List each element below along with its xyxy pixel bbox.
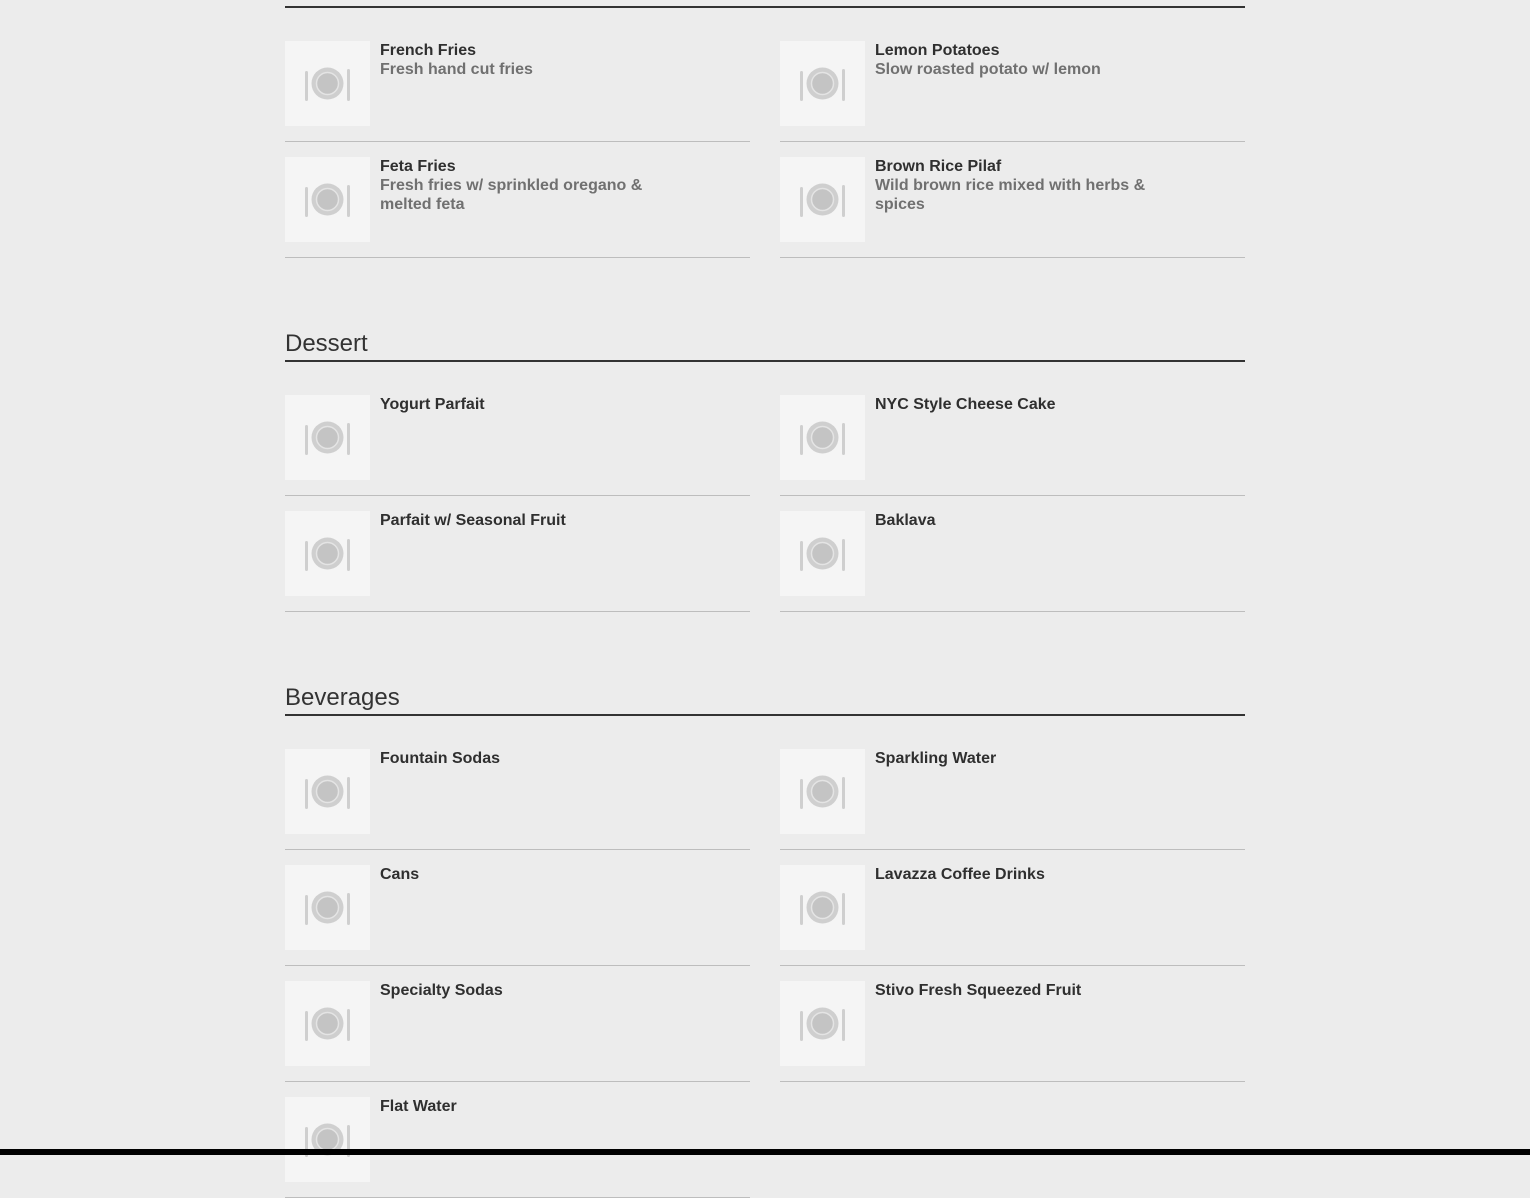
plate-fork-knife-icon: [780, 981, 865, 1066]
menu-item[interactable]: Lavazza Coffee Drinks: [780, 865, 1245, 966]
menu-item[interactable]: Yogurt Parfait: [285, 395, 750, 496]
page-bottom-bar: [0, 1149, 1530, 1155]
plate-fork-knife-icon: [780, 157, 865, 242]
menu-item[interactable]: NYC Style Cheese Cake: [780, 395, 1245, 496]
plate-fork-knife-icon: [285, 749, 370, 834]
menu-item[interactable]: Lemon Potatoes Slow roasted potato w/ le…: [780, 41, 1245, 142]
plate-fork-knife-icon: [285, 157, 370, 242]
plate-fork-knife-icon: [780, 749, 865, 834]
menu-item-name: Cans: [380, 866, 420, 883]
section-title: Beverages: [285, 684, 1245, 716]
menu-item-name: Specialty Sodas: [380, 982, 503, 999]
menu-item-name: NYC Style Cheese Cake: [875, 396, 1056, 413]
menu-item-description: Wild brown rice mixed with herbs & spice…: [875, 177, 1146, 213]
section-heading-rule: [285, 0, 1245, 8]
plate-fork-knife-icon: [285, 395, 370, 480]
menu-item[interactable]: Sparkling Water: [780, 749, 1245, 850]
menu-item-name: Lemon Potatoes: [875, 42, 1000, 59]
menu-item-name: Stivo Fresh Squeezed Fruit: [875, 982, 1082, 999]
menu-item[interactable]: Feta Fries Fresh fries w/ sprinkled oreg…: [285, 157, 750, 258]
menu-item-name: Fountain Sodas: [380, 750, 500, 767]
menu-item[interactable]: Parfait w/ Seasonal Fruit: [285, 511, 750, 612]
plate-fork-knife-icon: [780, 865, 865, 950]
plate-fork-knife-icon: [285, 41, 370, 126]
menu-item-description: Slow roasted potato w/ lemon: [875, 61, 1101, 78]
menu-item-name: Flat Water: [380, 1098, 457, 1115]
section-title: Dessert: [285, 330, 1245, 362]
menu-item-description: Fresh hand cut fries: [380, 61, 533, 78]
menu-item[interactable]: French Fries Fresh hand cut fries: [285, 41, 750, 142]
menu-item[interactable]: Specialty Sodas: [285, 981, 750, 1082]
menu-item-name: Sparkling Water: [875, 750, 997, 767]
menu-item[interactable]: Brown Rice Pilaf Wild brown rice mixed w…: [780, 157, 1245, 258]
plate-fork-knife-icon: [780, 511, 865, 596]
menu-item-name: Baklava: [875, 512, 936, 529]
menu-item-name: Yogurt Parfait: [380, 396, 485, 413]
menu-item[interactable]: Flat Water: [285, 1097, 750, 1198]
menu-item-name: French Fries: [380, 42, 477, 59]
menu-item-description: Fresh fries w/ sprinkled oregano & melte…: [380, 177, 643, 213]
plate-fork-knife-icon: [285, 865, 370, 950]
plate-fork-knife-icon: [780, 41, 865, 126]
menu-item[interactable]: Baklava: [780, 511, 1245, 612]
menu-item[interactable]: Cans: [285, 865, 750, 966]
menu-item-name: Lavazza Coffee Drinks: [875, 866, 1045, 883]
plate-fork-knife-icon: [780, 395, 865, 480]
plate-fork-knife-icon: [285, 981, 370, 1066]
menu-item-name: Parfait w/ Seasonal Fruit: [380, 512, 566, 529]
menu-item-name: Brown Rice Pilaf: [875, 158, 1002, 175]
menu-item-name: Feta Fries: [380, 158, 456, 175]
plate-fork-knife-icon: [285, 1097, 370, 1182]
plate-fork-knife-icon: [285, 511, 370, 596]
menu-item[interactable]: Stivo Fresh Squeezed Fruit: [780, 981, 1245, 1082]
menu-item[interactable]: Fountain Sodas: [285, 749, 750, 850]
